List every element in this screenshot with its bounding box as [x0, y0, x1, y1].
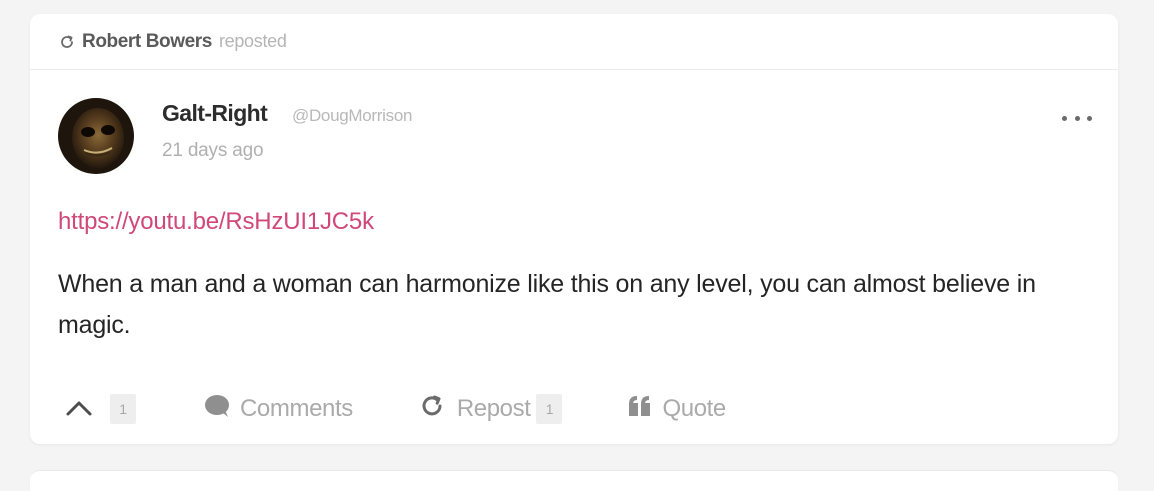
post-body: When a man and a woman can harmonize lik… — [58, 270, 1036, 339]
repost-count: 1 — [536, 394, 563, 424]
quote-button[interactable]: Quote — [628, 395, 726, 424]
next-post-card — [30, 470, 1118, 491]
menu-dot — [1087, 115, 1092, 121]
quote-icon — [628, 395, 652, 424]
menu-dot — [1062, 115, 1067, 121]
comments-button[interactable]: Comments — [204, 394, 353, 425]
repost-label: Repost — [456, 395, 531, 422]
repost-icon — [58, 33, 76, 51]
post-card: Robert Bowers reposted Galt-Right @DougM… — [30, 14, 1118, 444]
upvote-button[interactable]: 1 — [66, 394, 136, 424]
author-name[interactable]: Galt-Right — [162, 100, 268, 127]
quote-label: Quote — [662, 395, 726, 422]
repost-button[interactable]: Repost 1 — [419, 393, 563, 426]
post-link[interactable]: https://youtu.be/RsHzUI1JC5k — [58, 208, 374, 236]
repost-icon — [419, 393, 445, 426]
avatar[interactable] — [58, 98, 134, 174]
chevron-up-icon — [66, 395, 92, 423]
post-timestamp[interactable]: 21 days ago — [162, 140, 264, 162]
upvote-count: 1 — [110, 394, 136, 424]
author-handle[interactable]: @DougMorrison — [292, 106, 412, 126]
reposted-label: reposted — [218, 31, 287, 51]
action-bar: 1 Comments Repost 1 Quote — [66, 391, 726, 427]
menu-dot — [1074, 115, 1080, 121]
comments-label: Comments — [240, 395, 353, 422]
comment-icon — [204, 394, 230, 425]
ellipsis-icon[interactable] — [1062, 110, 1092, 126]
reposter-name[interactable]: Robert Bowers — [82, 31, 212, 53]
repost-header: Robert Bowers reposted — [30, 14, 1118, 70]
